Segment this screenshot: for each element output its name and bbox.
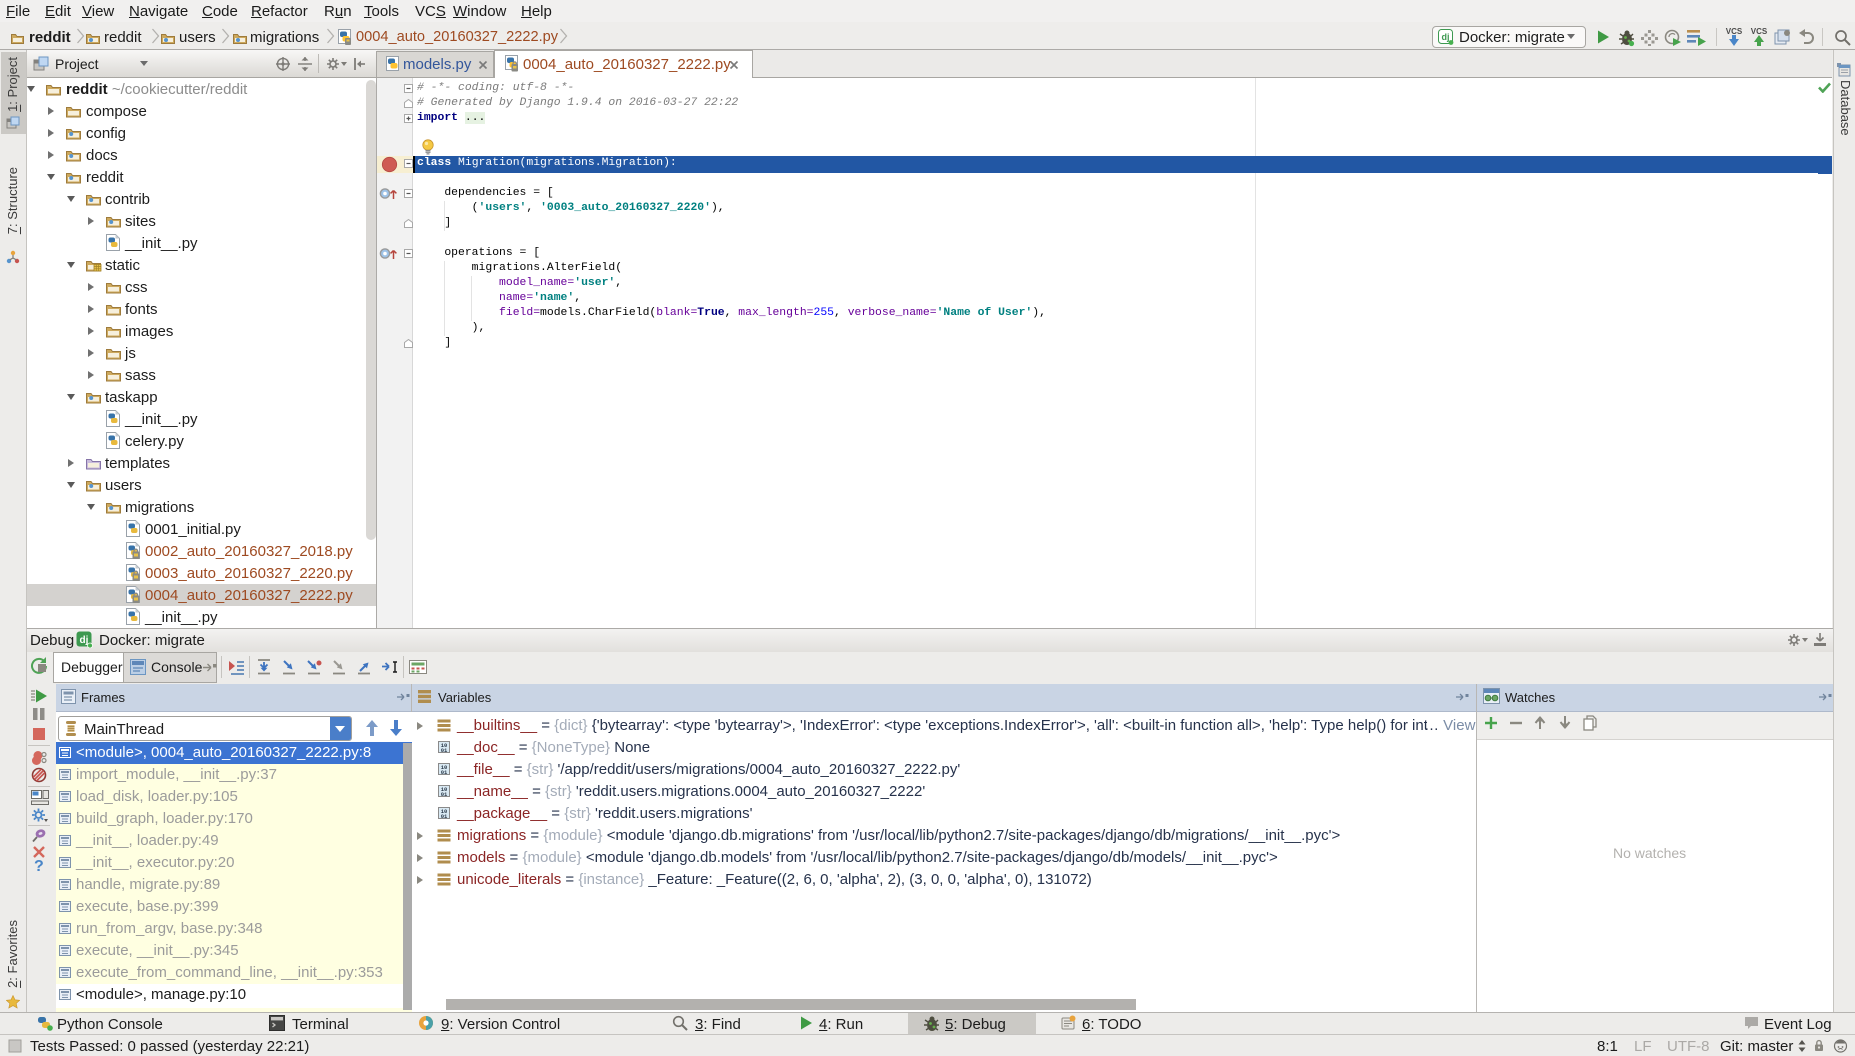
svg-text:01: 01 [441,791,448,798]
svg-text:01: 01 [441,813,448,820]
svg-text:VCS: VCS [1726,27,1743,36]
svg-text:dj: dj [1442,32,1450,42]
svg-text:01: 01 [441,769,448,776]
svg-text:VCS: VCS [1751,27,1768,36]
svg-text:dj: dj [80,635,89,646]
svg-text:01: 01 [441,747,448,754]
